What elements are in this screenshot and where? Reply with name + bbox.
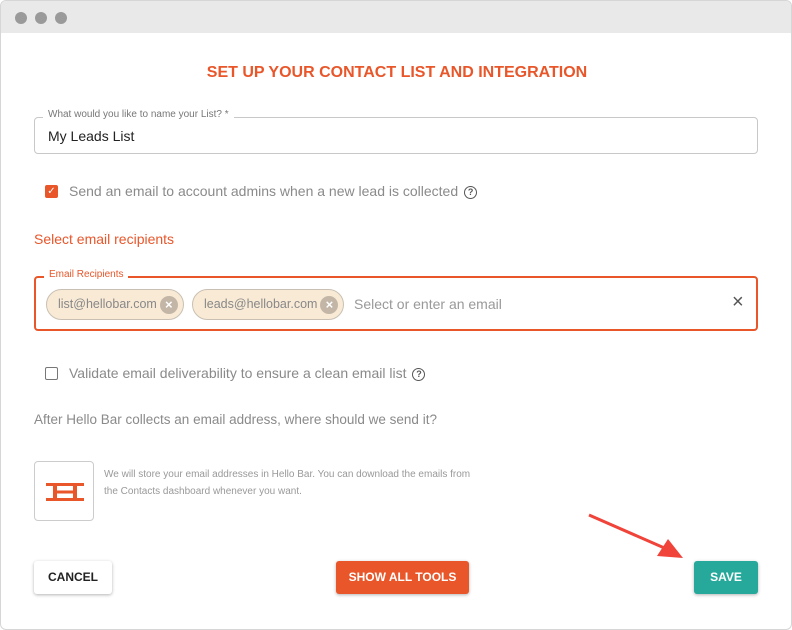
window: SET UP YOUR CONTACT LIST AND INTEGRATION… <box>0 0 792 630</box>
help-icon[interactable]: ? <box>412 368 426 381</box>
maximize-window-dot[interactable] <box>55 12 67 24</box>
clear-icon[interactable]: × <box>732 291 744 314</box>
remove-chip-icon[interactable]: × <box>320 296 339 314</box>
remove-chip-icon[interactable]: × <box>159 296 178 314</box>
validate-checkbox[interactable] <box>45 367 58 380</box>
hello-bar-option[interactable] <box>34 461 94 521</box>
save-button[interactable]: SAVE <box>694 561 758 594</box>
destination-question: After Hello Bar collects an email addres… <box>34 412 437 427</box>
recipients-label: Email Recipients <box>44 269 129 280</box>
list-name-field[interactable]: What would you like to name your List? *… <box>34 109 758 154</box>
recipients-input[interactable]: Select or enter an email <box>354 296 502 312</box>
list-name-label: What would you like to name your List? * <box>43 109 234 120</box>
cancel-button[interactable]: CANCEL <box>34 561 112 594</box>
storage-text-line1: We will store your email addresses in He… <box>104 469 471 480</box>
chip-label: list@hellobar.com <box>58 297 157 311</box>
show-all-tools-button[interactable]: SHOW ALL TOOLS <box>336 561 469 594</box>
page-title: SET UP YOUR CONTACT LIST AND INTEGRATION <box>206 64 588 81</box>
validate-label: Validate email deliverability to ensure … <box>69 365 407 381</box>
title-bar <box>1 1 791 33</box>
arrow-annotation-icon <box>588 513 683 558</box>
notify-admins-label: Send an email to account admins when a n… <box>69 183 459 199</box>
recipients-heading: Select email recipients <box>34 231 175 247</box>
list-name-value[interactable]: My Leads List <box>48 128 134 144</box>
hello-bar-logo-icon <box>46 483 84 501</box>
chip-label: leads@hellobar.com <box>204 297 318 311</box>
storage-text-line2: the Contacts dashboard whenever you want… <box>104 486 302 497</box>
email-recipients-field[interactable]: Email Recipients list@hellobar.com × lead… <box>34 269 758 331</box>
notify-admins-checkbox[interactable]: ✓ <box>45 185 58 198</box>
minimize-window-dot[interactable] <box>35 12 47 24</box>
recipient-chip: list@hellobar.com × <box>46 289 184 320</box>
recipient-chip: leads@hellobar.com × <box>192 289 345 320</box>
close-window-dot[interactable] <box>15 12 27 24</box>
help-icon[interactable]: ? <box>464 186 478 199</box>
